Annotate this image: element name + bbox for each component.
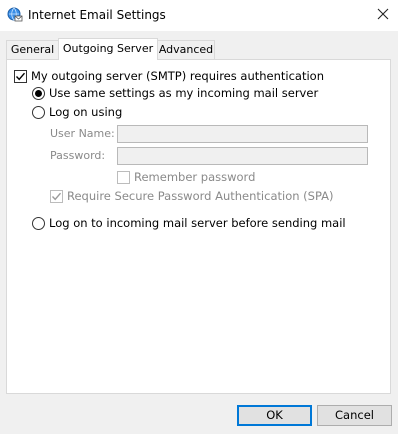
smtp-auth-label: My outgoing server (SMTP) requires authe… [31, 69, 324, 83]
password-field[interactable] [117, 147, 368, 165]
use-same-settings-label: Use same settings as my incoming mail se… [49, 86, 319, 100]
log-on-incoming-row[interactable]: Log on to incoming mail server before se… [32, 216, 346, 230]
remember-password-row[interactable]: Remember password [117, 170, 255, 184]
use-same-settings-radio[interactable] [32, 86, 45, 100]
log-on-using-row[interactable]: Log on using [32, 105, 122, 119]
ok-button[interactable]: OK [237, 405, 312, 426]
globe-envelope-icon [7, 7, 23, 23]
close-icon [377, 8, 389, 23]
spa-row[interactable]: Require Secure Password Authentication (… [50, 189, 334, 203]
log-on-incoming-label: Log on to incoming mail server before se… [49, 216, 346, 230]
remember-password-checkbox[interactable] [117, 170, 130, 184]
password-label: Password: [50, 149, 106, 162]
spa-checkbox[interactable] [50, 189, 63, 203]
log-on-using-radio[interactable] [32, 105, 45, 119]
use-same-settings-row[interactable]: Use same settings as my incoming mail se… [32, 86, 318, 100]
smtp-auth-row[interactable]: My outgoing server (SMTP) requires authe… [14, 69, 324, 83]
user-name-field[interactable] [117, 125, 368, 143]
user-name-label: User Name: [50, 127, 115, 140]
log-on-using-label: Log on using [49, 105, 123, 119]
cancel-button[interactable]: Cancel [317, 405, 392, 426]
window-title: Internet Email Settings [28, 8, 166, 22]
tab-outgoing-server[interactable]: Outgoing Server [58, 38, 158, 60]
tab-advanced[interactable]: Advanced [157, 40, 215, 59]
dialog-body: General Outgoing Server Advanced My outg… [0, 31, 398, 434]
tab-general[interactable]: General [6, 40, 59, 59]
outgoing-server-panel: My outgoing server (SMTP) requires authe… [6, 59, 391, 394]
smtp-auth-checkbox[interactable] [14, 69, 27, 83]
log-on-incoming-radio[interactable] [32, 216, 45, 230]
close-button[interactable] [368, 2, 398, 28]
remember-password-label: Remember password [134, 170, 256, 184]
title-bar: Internet Email Settings [0, 0, 398, 31]
spa-label: Require Secure Password Authentication (… [67, 189, 334, 203]
